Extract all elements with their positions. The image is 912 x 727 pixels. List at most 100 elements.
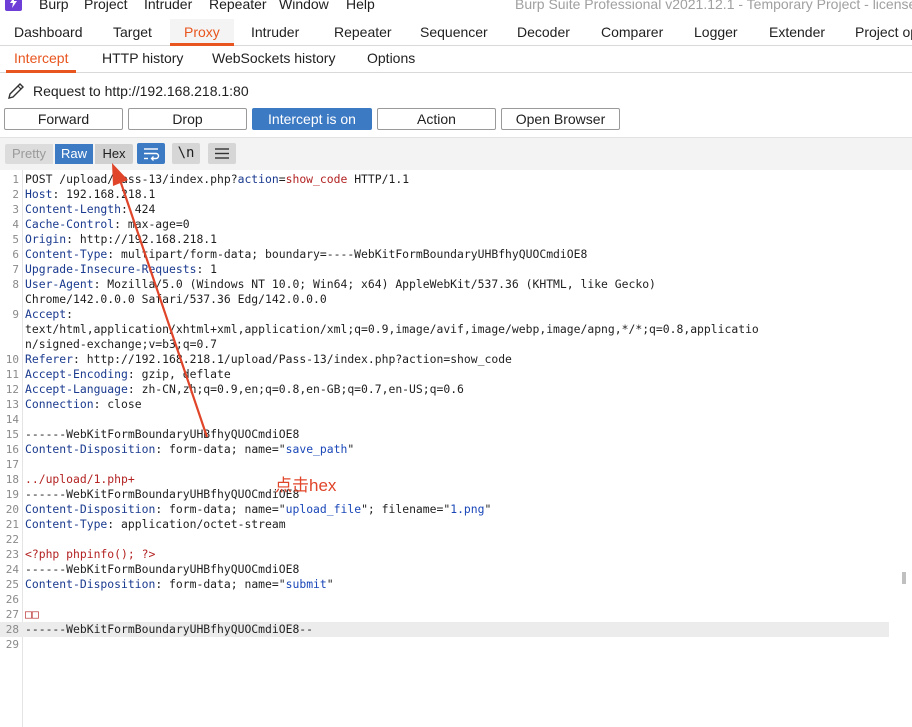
tab-repeater[interactable]: Repeater bbox=[334, 19, 392, 45]
code-line: 2 Host: 192.168.218.1 bbox=[0, 187, 905, 202]
code-token: " bbox=[347, 442, 355, 456]
code-token: " bbox=[484, 502, 492, 516]
line-number: 25 bbox=[5, 578, 19, 591]
code-token: : http://192.168.218.1 bbox=[66, 232, 218, 246]
tab-dashboard[interactable]: Dashboard bbox=[14, 19, 83, 45]
code-token: Content-Disposition bbox=[25, 502, 156, 516]
code-token: Cache-Control bbox=[25, 217, 115, 231]
code-token: upload_file bbox=[285, 502, 362, 516]
line-number: 12 bbox=[5, 383, 19, 396]
line-content: Content-Type: application/octet-stream bbox=[25, 517, 286, 532]
menu-help[interactable]: Help bbox=[346, 0, 375, 12]
window-title: Burp Suite Professional v2021.12.1 - Tem… bbox=[515, 0, 912, 12]
code-token: n/signed-exchange;v=b3;q=0.7 bbox=[25, 337, 218, 351]
tab-http-history[interactable]: HTTP history bbox=[102, 46, 183, 72]
tab-project-options[interactable]: Project options bbox=[855, 19, 912, 45]
line-number: 11 bbox=[5, 368, 19, 381]
tab-target[interactable]: Target bbox=[113, 19, 152, 45]
line-content: Content-Type: multipart/form-data; bound… bbox=[25, 247, 587, 262]
code-token: 1.png bbox=[450, 502, 485, 516]
code-token: Origin bbox=[25, 232, 67, 246]
line-number: 2 bbox=[12, 188, 19, 201]
code-token: <?php phpinfo(); ?> bbox=[25, 547, 156, 561]
action-button[interactable]: Action bbox=[377, 108, 496, 130]
request-editor[interactable]: 1 POST /upload/Pass-13/index.php?action=s… bbox=[0, 170, 905, 727]
line-content: Accept-Encoding: gzip, deflate bbox=[25, 367, 231, 382]
show-newlines-button[interactable]: \n bbox=[172, 143, 200, 164]
menu-burp[interactable]: Burp bbox=[39, 0, 69, 12]
open-browser-button[interactable]: Open Browser bbox=[501, 108, 620, 130]
tab-intruder[interactable]: Intruder bbox=[251, 19, 299, 45]
code-token: : multipart/form-data; boundary=----WebK… bbox=[107, 247, 588, 261]
code-token: text/html,application/xhtml+xml,applicat… bbox=[25, 322, 759, 336]
tab-websockets-history[interactable]: WebSockets history bbox=[212, 46, 335, 72]
code-line: Chrome/142.0.0.0 Safari/537.36 Edg/142.0… bbox=[0, 292, 905, 307]
code-token: show_code bbox=[285, 172, 348, 186]
raw-view-button[interactable]: Raw bbox=[55, 144, 93, 164]
line-number: 5 bbox=[12, 233, 19, 246]
tab-logger[interactable]: Logger bbox=[694, 19, 738, 45]
code-line: 25 Content-Disposition: form-data; name="… bbox=[0, 577, 905, 592]
code-line: text/html,application/xhtml+xml,applicat… bbox=[0, 322, 905, 337]
annotation-text: 点击hex bbox=[275, 476, 337, 495]
tab-decoder[interactable]: Decoder bbox=[517, 19, 570, 45]
code-token: : close bbox=[93, 397, 142, 411]
proxy-sub-tabs: Intercept HTTP history WebSockets histor… bbox=[0, 46, 912, 73]
code-line: 23 <?php phpinfo(); ?> bbox=[0, 547, 905, 562]
line-number: 6 bbox=[12, 248, 19, 261]
tab-intercept[interactable]: Intercept bbox=[5, 46, 78, 73]
code-token: : Mozilla/5.0 (Windows NT 10.0; Win64; x… bbox=[93, 277, 656, 291]
line-number: 19 bbox=[5, 488, 19, 501]
line-number: 13 bbox=[5, 398, 19, 411]
menu-repeater[interactable]: Repeater bbox=[209, 0, 267, 12]
tab-comparer[interactable]: Comparer bbox=[601, 19, 663, 45]
vertical-scrollbar[interactable] bbox=[902, 572, 906, 584]
menu-window[interactable]: Window bbox=[279, 0, 329, 12]
editor-menu-icon[interactable] bbox=[208, 143, 236, 164]
line-content: ../upload/1.php+ bbox=[25, 472, 135, 487]
code-token: ../upload/1.php+ bbox=[25, 472, 135, 486]
code-token: □□ bbox=[25, 607, 39, 621]
line-content: POST /upload/Pass-13/index.php?action=sh… bbox=[25, 172, 409, 187]
line-content: Accept: bbox=[25, 307, 73, 322]
code-line: 28 ------WebKitFormBoundaryUHBfhyQUOCmdiO… bbox=[0, 622, 889, 637]
word-wrap-icon[interactable] bbox=[137, 143, 165, 164]
line-content: ------WebKitFormBoundaryUHBfhyQUOCmdiOE8 bbox=[25, 487, 299, 502]
code-token: "; filename=" bbox=[361, 502, 451, 516]
line-number: 10 bbox=[5, 353, 19, 366]
menu-intruder[interactable]: Intruder bbox=[144, 0, 192, 12]
code-token: : 1 bbox=[196, 262, 218, 276]
pencil-icon bbox=[6, 81, 26, 106]
line-number: 15 bbox=[5, 428, 19, 441]
code-line: 7 Upgrade-Insecure-Requests: 1 bbox=[0, 262, 905, 277]
line-content: Content-Length: 424 bbox=[25, 202, 155, 217]
intercept-toggle-button[interactable]: Intercept is on bbox=[252, 108, 372, 130]
code-line: 29 bbox=[0, 637, 905, 652]
pretty-view-button[interactable]: Pretty bbox=[5, 144, 53, 164]
code-token: Host bbox=[25, 187, 53, 201]
line-number: 26 bbox=[5, 593, 19, 606]
code-line: 17 bbox=[0, 457, 905, 472]
line-number: 7 bbox=[12, 263, 19, 276]
line-content: Host: 192.168.218.1 bbox=[25, 187, 155, 202]
tab-extender[interactable]: Extender bbox=[769, 19, 825, 45]
menu-project[interactable]: Project bbox=[84, 0, 128, 12]
forward-button[interactable]: Forward bbox=[4, 108, 123, 130]
code-token: Content-Length bbox=[25, 202, 122, 216]
line-number: 1 bbox=[12, 173, 19, 186]
drop-button[interactable]: Drop bbox=[128, 108, 247, 130]
line-number: 23 bbox=[5, 548, 19, 561]
line-content: Referer: http://192.168.218.1/upload/Pas… bbox=[25, 352, 512, 367]
tab-sequencer[interactable]: Sequencer bbox=[420, 19, 488, 45]
line-content: <?php phpinfo(); ?> bbox=[25, 547, 155, 562]
code-line: 18 ../upload/1.php+ bbox=[0, 472, 905, 487]
hex-view-button[interactable]: Hex bbox=[95, 144, 133, 164]
code-line: 11 Accept-Encoding: gzip, deflate bbox=[0, 367, 905, 382]
code-line: 20 Content-Disposition: form-data; name="… bbox=[0, 502, 905, 517]
code-line: 5 Origin: http://192.168.218.1 bbox=[0, 232, 905, 247]
code-token: : http://192.168.218.1/upload/Pass-13/in… bbox=[73, 352, 512, 366]
tab-options[interactable]: Options bbox=[367, 46, 415, 72]
tab-proxy[interactable]: Proxy bbox=[170, 19, 234, 46]
code-line: 22 bbox=[0, 532, 905, 547]
request-lines: 1 POST /upload/Pass-13/index.php?action=s… bbox=[0, 172, 905, 652]
